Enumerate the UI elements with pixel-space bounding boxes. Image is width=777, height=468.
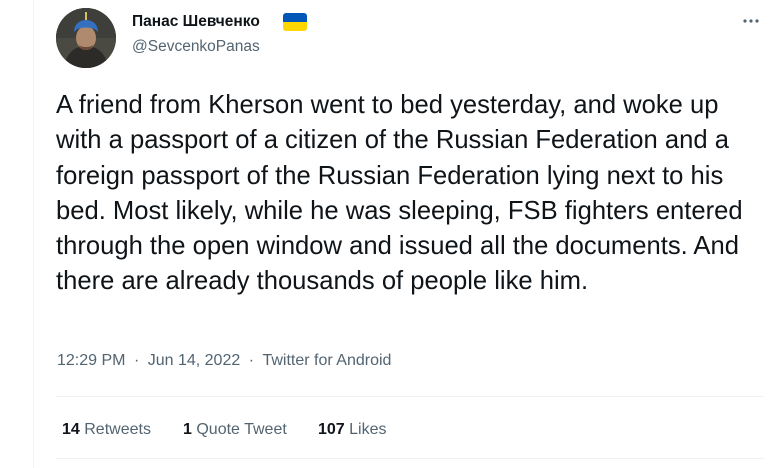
avatar-image xyxy=(56,8,116,68)
tweet-source[interactable]: Twitter for Android xyxy=(262,352,391,370)
tweet-text: A friend from Kherson went to bed yester… xyxy=(56,91,743,296)
retweets-count: 14 xyxy=(62,421,80,438)
quotes-count: 1 xyxy=(183,421,192,438)
likes-label: Likes xyxy=(349,421,387,438)
divider xyxy=(56,396,764,397)
quotes-label: Quote Tweet xyxy=(196,421,287,438)
meta-separator: · xyxy=(248,352,255,369)
timeline-border xyxy=(33,0,34,468)
divider xyxy=(56,458,764,459)
ukraine-flag-icon xyxy=(283,13,307,31)
author-name[interactable]: Панас Шевченко xyxy=(132,13,260,31)
avatar[interactable] xyxy=(56,8,116,68)
likes-stat[interactable]: 107 Likes xyxy=(318,421,387,439)
tweet-time[interactable]: 12:29 PM xyxy=(57,352,125,370)
more-options-icon[interactable] xyxy=(738,11,764,31)
author-handle[interactable]: @SevcenkoPanas xyxy=(132,38,260,56)
tweet-date[interactable]: Jun 14, 2022 xyxy=(148,352,241,370)
meta-separator: · xyxy=(133,352,140,369)
quote-tweets-stat[interactable]: 1 Quote Tweet xyxy=(183,421,287,439)
retweets-label: Retweets xyxy=(84,421,151,438)
likes-count: 107 xyxy=(318,421,345,438)
tweet-metadata: 12:29 PM · Jun 14, 2022 · Twitter for An… xyxy=(57,352,391,370)
retweets-stat[interactable]: 14 Retweets xyxy=(62,421,151,439)
